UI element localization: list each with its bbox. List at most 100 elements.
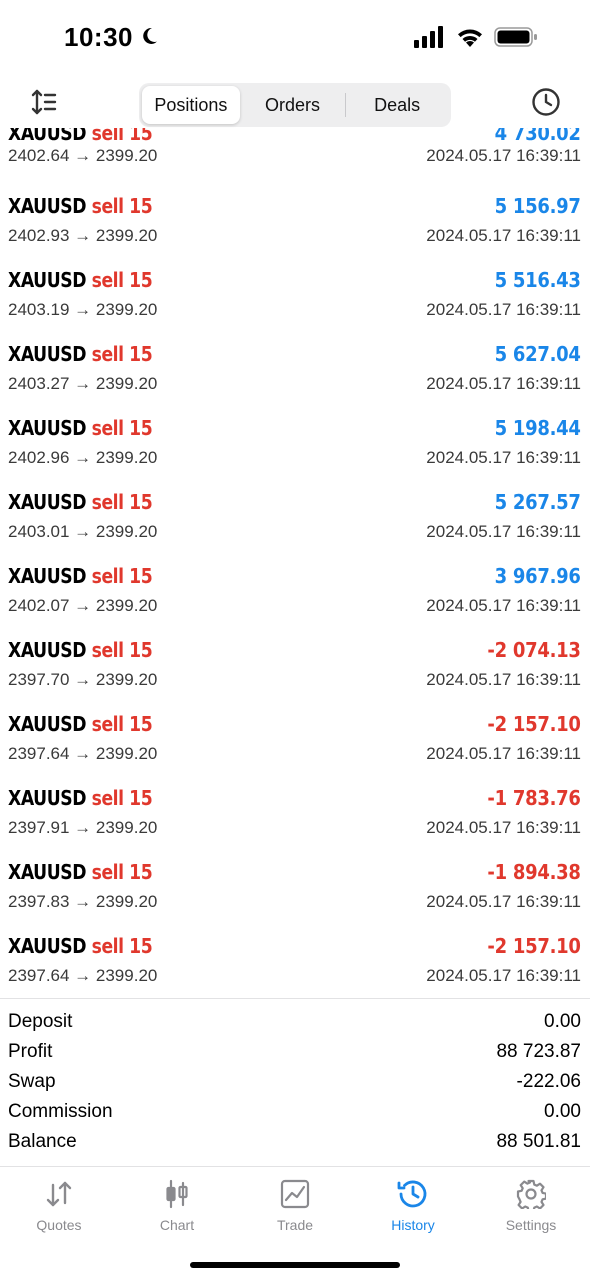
deal-side: sell 15 <box>91 342 153 366</box>
deal-profit: 5 267.57 <box>494 490 581 514</box>
deal-side: sell 15 <box>91 712 153 736</box>
deal-prices: 2403.27 → 2399.20 <box>8 374 158 393</box>
tab-chart-label: Chart <box>159 1217 195 1233</box>
deal-prices: 2397.70 → 2399.20 <box>8 670 158 689</box>
status-bar: 10:30 <box>0 0 590 80</box>
gear-icon <box>514 1177 548 1211</box>
summary-label: Commission <box>8 1101 113 1122</box>
deal-time: 2024.05.17 16:39:11 <box>426 966 581 985</box>
deal-row[interactable]: XAUUSD sell 15 5 156.97 2402.93 → 2399.2… <box>0 194 590 268</box>
deal-symbol: XAUUSD <box>8 786 87 810</box>
summary-label: Swap <box>8 1071 56 1092</box>
tab-orders-label: Orders <box>265 94 321 115</box>
deal-prices: 2397.64 → 2399.20 <box>8 966 158 985</box>
deal-time: 2024.05.17 16:39:11 <box>426 596 581 615</box>
deal-profit: 5 627.04 <box>494 342 581 366</box>
summary-value: -222.06 <box>516 1071 581 1092</box>
tab-settings[interactable]: Settings <box>472 1167 590 1247</box>
deal-prices: 2397.64 → 2399.20 <box>8 744 158 763</box>
tab-positions[interactable]: Positions <box>142 86 240 124</box>
home-indicator[interactable] <box>190 1262 400 1268</box>
status-time-text: 10:30 <box>64 22 133 52</box>
deal-side: sell 15 <box>91 490 153 514</box>
tab-positions-label: Positions <box>154 94 228 115</box>
deal-side: sell 15 <box>91 416 153 440</box>
deal-title: XAUUSD sell 15 <box>8 712 153 736</box>
deal-title: XAUUSD sell 15 <box>8 342 153 366</box>
tab-settings-label: Settings <box>505 1217 557 1233</box>
deals-list[interactable]: XAUUSD sell 15 4 730.02 2402.64 → 2399.2… <box>0 128 590 998</box>
deal-profit: 4 730.02 <box>494 128 581 145</box>
deal-profit: 3 967.96 <box>494 564 581 588</box>
summary-commission: Commission 0.00 <box>0 1098 590 1128</box>
deal-profit: 5 516.43 <box>494 268 581 292</box>
summary-profit: Profit 88 723.87 <box>0 1038 590 1068</box>
deal-row[interactable]: XAUUSD sell 15 5 198.44 2402.96 → 2399.2… <box>0 416 590 490</box>
deal-symbol: XAUUSD <box>8 128 87 145</box>
deal-side: sell 15 <box>91 194 153 218</box>
deal-row[interactable]: XAUUSD sell 15 5 627.04 2403.27 → 2399.2… <box>0 342 590 416</box>
deal-row[interactable]: XAUUSD sell 15 -1 894.38 2397.83 → 2399.… <box>0 860 590 934</box>
deal-prices: 2402.07 → 2399.20 <box>8 596 158 615</box>
deal-row[interactable]: XAUUSD sell 15 -2 157.10 2397.64 → 2399.… <box>0 712 590 786</box>
deal-symbol: XAUUSD <box>8 342 87 366</box>
deal-profit: 5 198.44 <box>494 416 581 440</box>
summary-deposit: Deposit 0.00 <box>0 1008 590 1038</box>
deal-time: 2024.05.17 16:39:11 <box>426 226 581 245</box>
summary-panel: Deposit 0.00 Profit 88 723.87 Swap -222.… <box>0 1008 590 1158</box>
deal-time: 2024.05.17 16:39:11 <box>426 300 581 319</box>
deal-title: XAUUSD sell 15 <box>8 934 153 958</box>
deal-prices: 2397.91 → 2399.20 <box>8 818 158 837</box>
deal-row[interactable]: XAUUSD sell 15 5 516.43 2403.19 → 2399.2… <box>0 268 590 342</box>
sort-button[interactable] <box>26 86 62 122</box>
deal-symbol: XAUUSD <box>8 416 87 440</box>
deal-time: 2024.05.17 16:39:11 <box>426 374 581 393</box>
deal-title: XAUUSD sell 15 <box>8 638 153 662</box>
deal-prices: 2397.83 → 2399.20 <box>8 892 158 911</box>
deal-row[interactable]: XAUUSD sell 15 5 267.57 2403.01 → 2399.2… <box>0 490 590 564</box>
tab-orders[interactable]: Orders <box>240 86 346 124</box>
deal-symbol: XAUUSD <box>8 268 87 292</box>
deal-title: XAUUSD sell 15 <box>8 564 153 588</box>
summary-value: 88 723.87 <box>496 1041 581 1062</box>
deal-row[interactable]: XAUUSD sell 15 3 967.96 2402.07 → 2399.2… <box>0 564 590 638</box>
deal-title: XAUUSD sell 15 <box>8 416 153 440</box>
deal-row[interactable]: XAUUSD sell 15 -2 157.10 2397.64 → 2399.… <box>0 934 590 998</box>
deal-row[interactable]: XAUUSD sell 15 -1 783.76 2397.91 → 2399.… <box>0 786 590 860</box>
deal-time: 2024.05.17 16:39:11 <box>426 818 581 837</box>
deal-row[interactable]: XAUUSD sell 15 -2 074.13 2397.70 → 2399.… <box>0 638 590 712</box>
candlestick-chart-icon <box>160 1177 194 1211</box>
tab-chart[interactable]: Chart <box>118 1167 236 1247</box>
deal-side: sell 15 <box>91 564 153 588</box>
moon-icon <box>139 22 159 53</box>
tab-trade[interactable]: Trade <box>236 1167 354 1247</box>
deal-time: 2024.05.17 16:39:11 <box>426 146 581 165</box>
list-summary-divider <box>0 998 590 999</box>
summary-value: 0.00 <box>544 1011 581 1032</box>
deal-profit: -1 894.38 <box>487 860 582 884</box>
quotes-arrows-icon <box>42 1177 76 1211</box>
deal-time: 2024.05.17 16:39:11 <box>426 448 581 467</box>
deal-side: sell 15 <box>91 934 153 958</box>
tab-history[interactable]: History <box>354 1167 472 1247</box>
deal-time: 2024.05.17 16:39:11 <box>426 744 581 763</box>
deal-profit: -2 074.13 <box>487 638 582 662</box>
deal-symbol: XAUUSD <box>8 934 87 958</box>
period-button[interactable] <box>528 86 564 122</box>
deal-profit: -1 783.76 <box>487 786 582 810</box>
tab-quotes[interactable]: Quotes <box>0 1167 118 1247</box>
tab-deals[interactable]: Deals <box>346 86 448 124</box>
sort-icon <box>30 88 58 121</box>
summary-swap: Swap -222.06 <box>0 1068 590 1098</box>
history-clock-icon <box>396 1177 430 1211</box>
deal-symbol: XAUUSD <box>8 490 87 514</box>
summary-value: 0.00 <box>544 1101 581 1122</box>
deal-row[interactable]: XAUUSD sell 15 4 730.02 2402.64 → 2399.2… <box>0 128 590 195</box>
summary-label: Profit <box>8 1041 53 1062</box>
deal-time: 2024.05.17 16:39:11 <box>426 670 581 689</box>
summary-balance: Balance 88 501.81 <box>0 1128 590 1158</box>
deal-symbol: XAUUSD <box>8 712 87 736</box>
deal-profit: -2 157.10 <box>487 712 582 736</box>
summary-label: Balance <box>8 1131 77 1152</box>
deal-symbol: XAUUSD <box>8 860 87 884</box>
